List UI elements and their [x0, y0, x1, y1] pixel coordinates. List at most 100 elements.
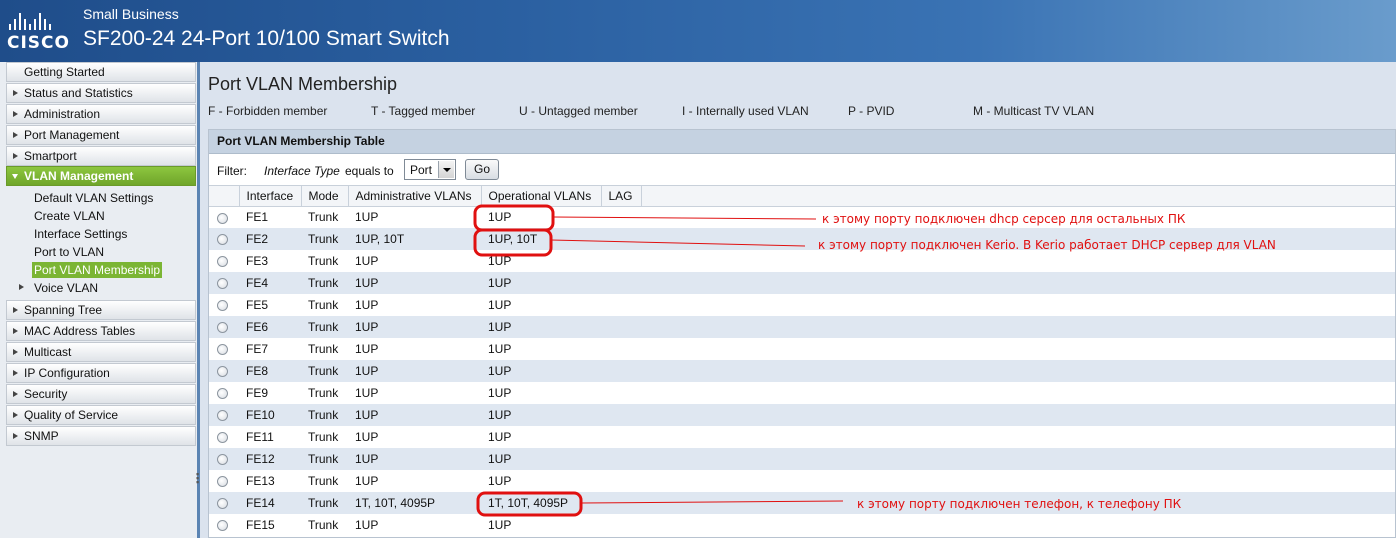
- cisco-wordmark: CISCO: [7, 33, 70, 53]
- expand-arrow-icon: [13, 111, 18, 117]
- membership-table-panel: Port VLAN Membership Table Filter: Inter…: [208, 129, 1396, 538]
- row-select-radio[interactable]: [217, 300, 228, 312]
- sidebar-item-ip-configuration[interactable]: IP Configuration: [6, 363, 196, 383]
- filter-label: Filter:: [217, 164, 247, 178]
- cell-admin-vlans: 1UP: [348, 272, 481, 294]
- expand-arrow-icon: [13, 391, 18, 397]
- sidebar-item-status-and-statistics[interactable]: Status and Statistics: [6, 83, 196, 103]
- sidebar-item-mac-address-tables[interactable]: MAC Address Tables: [6, 321, 196, 341]
- sidebar-item-smartport[interactable]: Smartport: [6, 146, 196, 166]
- page-title: Port VLAN Membership: [208, 74, 398, 94]
- table-row[interactable]: FE1 Trunk 1UP 1UP: [209, 206, 1395, 228]
- cell-select: [209, 470, 239, 492]
- cell-interface: FE10: [239, 404, 301, 426]
- cell-lag: [601, 470, 641, 492]
- expand-arrow-icon: [13, 153, 18, 159]
- row-select-radio[interactable]: [217, 256, 228, 268]
- sidebar: Getting Started Status and Statistics Ad…: [0, 62, 200, 538]
- annotation-note-fe1: к этому порту подключен dhcp серсер для …: [822, 212, 1186, 226]
- cell-select: [209, 514, 239, 536]
- sidebar-subitem-port-to-vlan[interactable]: Port to VLAN: [32, 244, 106, 260]
- cell-mode: Trunk: [301, 448, 348, 470]
- annotation-note-fe14: к этому порту подключен телефон, к телеф…: [857, 497, 1182, 511]
- row-select-radio[interactable]: [217, 278, 228, 290]
- row-select-radio[interactable]: [217, 322, 228, 334]
- row-select-radio[interactable]: [217, 234, 228, 246]
- row-select-radio[interactable]: [217, 432, 228, 444]
- cell-oper-vlans: 1UP: [481, 272, 601, 294]
- table-row[interactable]: FE9 Trunk 1UP 1UP: [209, 382, 1395, 404]
- sidebar-item-administration[interactable]: Administration: [6, 104, 196, 124]
- cell-interface: FE13: [246, 474, 275, 488]
- sidebar-item-label: Status and Statistics: [24, 86, 133, 100]
- cell-filler: [641, 316, 1395, 338]
- sidebar-item-getting-started[interactable]: Getting Started: [6, 62, 196, 82]
- cell-select: [209, 382, 239, 404]
- column-header-oper-vlans: Operational VLANs: [481, 186, 602, 207]
- cell-select: [209, 272, 239, 294]
- row-select-radio[interactable]: [217, 454, 228, 466]
- table-row[interactable]: FE6 Trunk 1UP 1UP: [209, 316, 1395, 338]
- chevron-down-icon[interactable]: [438, 161, 454, 178]
- table-row[interactable]: FE3 Trunk 1UP 1UP: [209, 250, 1395, 272]
- sidebar-subitem-voice-vlan[interactable]: Voice VLAN: [19, 280, 100, 296]
- legend-item-multicast-tv: M - Multicast TV VLAN: [973, 104, 1095, 118]
- row-select-radio[interactable]: [217, 344, 228, 356]
- sidebar-subitem-interface-settings[interactable]: Interface Settings: [32, 226, 129, 242]
- table-row[interactable]: FE15 Trunk 1UP 1UP: [209, 514, 1395, 536]
- cell-mode: Trunk: [301, 228, 348, 250]
- row-select-radio[interactable]: [217, 498, 228, 510]
- row-select-radio[interactable]: [217, 476, 228, 488]
- cell-lag: [601, 448, 641, 470]
- cell-admin-vlans: 1UP: [355, 342, 379, 356]
- product-title: SF200-24 24-Port 10/100 Smart Switch: [83, 27, 450, 50]
- row-select-radio[interactable]: [217, 388, 228, 400]
- table-row[interactable]: FE5 Trunk 1UP 1UP: [209, 294, 1395, 316]
- expand-arrow-icon: [13, 307, 18, 313]
- cell-mode: Trunk: [308, 210, 339, 225]
- cell-select: [209, 492, 239, 514]
- cell-mode: Trunk: [308, 518, 339, 532]
- sidebar-subitem-default-vlan-settings[interactable]: Default VLAN Settings: [32, 190, 155, 206]
- sidebar-item-multicast[interactable]: Multicast: [6, 342, 196, 362]
- sidebar-item-quality-of-service[interactable]: Quality of Service: [6, 405, 196, 425]
- sidebar-item-security[interactable]: Security: [6, 384, 196, 404]
- sidebar-resize-grip-icon[interactable]: ▪ ▪ ▪: [196, 470, 199, 487]
- cell-filler: [641, 470, 1395, 492]
- sidebar-item-spanning-tree[interactable]: Spanning Tree: [6, 300, 196, 320]
- cell-mode: Trunk: [301, 272, 348, 294]
- go-button[interactable]: Go: [465, 159, 499, 180]
- legend-item-forbidden: F - Forbidden member: [208, 104, 328, 118]
- cell-admin-vlans: 1UP: [348, 316, 481, 338]
- table-row[interactable]: FE4 Trunk 1UP 1UP: [209, 272, 1395, 294]
- cell-interface: FE12: [239, 448, 301, 470]
- legend-item-pvid: P - PVID: [848, 104, 895, 118]
- cell-oper-vlans: 1UP: [488, 518, 512, 532]
- cell-filler: [641, 404, 1395, 426]
- cell-interface: FE14: [239, 492, 301, 514]
- table-row[interactable]: FE8 Trunk 1UP 1UP: [209, 360, 1395, 382]
- row-select-radio[interactable]: [217, 366, 228, 378]
- row-select-radio[interactable]: [217, 212, 228, 224]
- cell-filler: [641, 360, 1395, 382]
- table-row[interactable]: FE11 Trunk 1UP 1UP: [209, 426, 1395, 448]
- interface-type-select[interactable]: Port: [404, 159, 456, 180]
- sidebar-item-snmp[interactable]: SNMP: [6, 426, 196, 446]
- cell-admin-vlans: 1T, 10T, 4095P: [348, 492, 481, 514]
- table-row[interactable]: FE13 Trunk 1UP 1UP: [209, 470, 1395, 492]
- table-row[interactable]: FE10 Trunk 1UP 1UP: [209, 404, 1395, 426]
- row-select-radio[interactable]: [217, 410, 228, 422]
- expand-arrow-icon: [13, 90, 18, 96]
- cell-filler: [641, 514, 1395, 536]
- cell-oper-vlans: 1UP: [488, 210, 512, 225]
- sidebar-subitem-create-vlan[interactable]: Create VLAN: [32, 208, 107, 224]
- table-row[interactable]: FE7 Trunk 1UP 1UP: [209, 338, 1395, 360]
- table-row[interactable]: FE12 Trunk 1UP 1UP: [209, 448, 1395, 470]
- filter-field-label: Interface Type: [264, 164, 340, 178]
- table-row[interactable]: FE14 Trunk 1T, 10T, 4095P 1T, 10T, 4095P: [209, 492, 1395, 514]
- sidebar-item-port-management[interactable]: Port Management: [6, 125, 196, 145]
- sidebar-item-vlan-management[interactable]: VLAN Management: [6, 166, 196, 186]
- sidebar-subitem-port-vlan-membership[interactable]: Port VLAN Membership: [32, 262, 163, 278]
- row-select-radio[interactable]: [217, 520, 228, 532]
- main-content: Port VLAN Membership F - Forbidden membe…: [200, 62, 1396, 538]
